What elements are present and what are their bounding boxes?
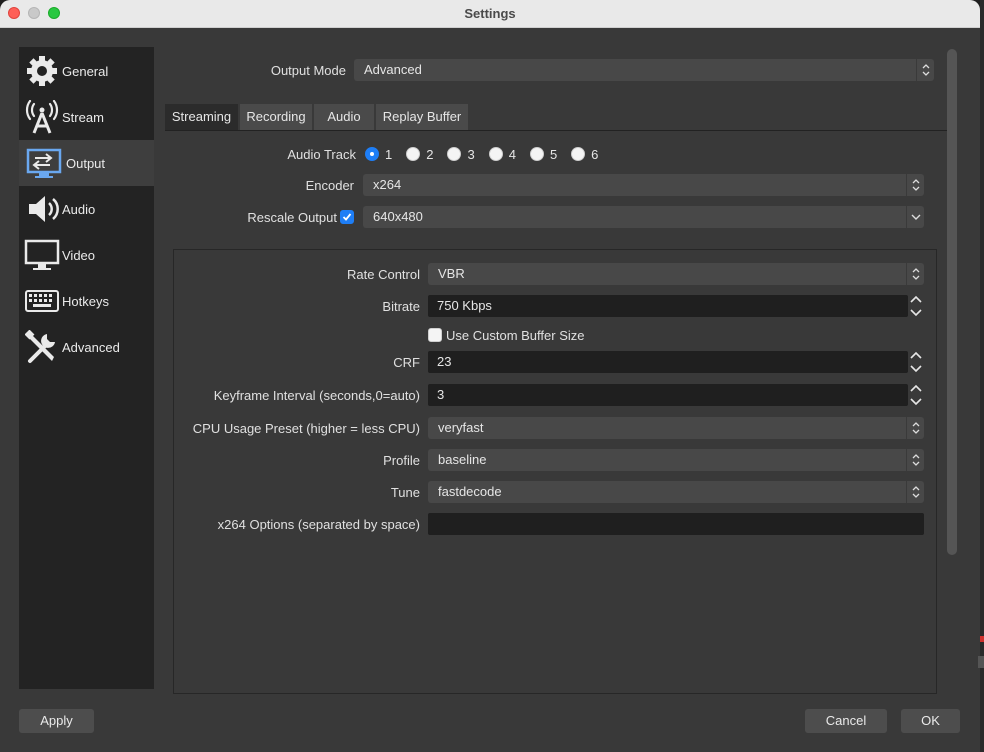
radio-label: 4 (508, 146, 516, 162)
sidebar-item-label: Hotkeys (62, 293, 109, 309)
sidebar-item-label: Video (62, 247, 96, 263)
x264-options-input[interactable] (428, 513, 924, 535)
updown-chevron-icon (906, 481, 924, 503)
apply-button[interactable]: Apply (19, 709, 94, 733)
profile-select[interactable]: baseline (428, 449, 924, 471)
rescale-resolution-select[interactable]: 640x480 (363, 206, 924, 228)
sidebar-item-label: General (62, 63, 109, 79)
window-title: Settings (464, 6, 516, 21)
updown-chevron-icon (906, 417, 924, 439)
encoder-select[interactable]: x264 (363, 174, 924, 196)
monitor-output-icon (24, 143, 64, 183)
chevron-down-icon (906, 206, 924, 228)
updown-chevron-icon (906, 263, 924, 285)
crf-input[interactable]: 23 (428, 351, 908, 373)
broadcast-antenna-icon (22, 97, 62, 137)
audio-track-radio-6[interactable] (571, 147, 586, 161)
rate-control-label: Rate Control (347, 267, 420, 282)
updown-chevron-icon (906, 174, 924, 196)
settings-scrollbar[interactable] (947, 49, 957, 555)
sidebar-item-output[interactable]: Output (19, 140, 154, 186)
bitrate-stepper[interactable] (908, 294, 924, 318)
background-window-fragment (978, 656, 984, 668)
rate-control-value: VBR (438, 266, 465, 281)
x264-options-label: x264 Options (separated by space) (217, 517, 420, 532)
updown-chevron-icon (916, 59, 934, 81)
chevron-down-icon (910, 309, 922, 317)
tab-recording[interactable]: Recording (240, 104, 312, 130)
sidebar-item-label: Audio (62, 201, 96, 217)
keyboard-icon (22, 281, 62, 321)
tab-replay-buffer[interactable]: Replay Buffer (376, 104, 468, 130)
background-window-fragment (980, 636, 984, 642)
rescale-resolution-value: 640x480 (373, 209, 423, 224)
radio-label: 5 (549, 146, 558, 162)
output-mode-value: Advanced (364, 62, 422, 77)
audio-track-radio-3[interactable] (447, 147, 462, 161)
tune-label: Tune (390, 485, 420, 500)
monitor-icon (22, 235, 62, 275)
tune-value: fastdecode (438, 484, 502, 499)
custom-buffer-label: Use Custom Buffer Size (446, 328, 585, 343)
sidebar-item-label: Advanced (62, 339, 120, 355)
tools-icon (22, 327, 62, 367)
tab-streaming[interactable]: Streaming (165, 104, 238, 130)
settings-sidebar: General Stream Output Audio Video Hotkey… (19, 47, 154, 689)
rescale-output-checkbox[interactable] (340, 210, 354, 224)
rescale-output-label: Rescale Output (247, 210, 337, 225)
bitrate-label: Bitrate (382, 299, 420, 314)
audio-track-radio-group: 1 2 3 4 5 6 (365, 146, 612, 162)
encoder-label: Encoder (305, 178, 354, 193)
audio-track-radio-2[interactable] (406, 147, 421, 161)
crf-stepper[interactable] (908, 350, 924, 374)
chevron-down-icon (910, 398, 922, 406)
keyframe-interval-label: Keyframe Interval (seconds,0=auto) (213, 388, 420, 403)
keyframe-interval-input[interactable]: 3 (428, 384, 908, 406)
title-bar: Settings (0, 0, 980, 28)
sidebar-item-stream[interactable]: Stream (19, 94, 154, 140)
encoder-value: x264 (373, 177, 402, 192)
speaker-icon (22, 189, 62, 229)
radio-label: 6 (591, 146, 599, 162)
chevron-down-icon (910, 365, 922, 373)
cpu-preset-label: CPU Usage Preset (higher = less CPU) (192, 421, 420, 436)
cancel-button[interactable]: Cancel (805, 709, 887, 733)
chevron-up-icon (910, 384, 922, 392)
profile-label: Profile (383, 453, 420, 468)
audio-track-radio-5[interactable] (529, 147, 544, 161)
gear-icon (22, 51, 62, 91)
sidebar-item-label: Output (66, 155, 106, 171)
keyframe-interval-stepper[interactable] (908, 383, 924, 407)
crf-label: CRF (393, 355, 420, 370)
cpu-preset-select[interactable]: veryfast (428, 417, 924, 439)
sidebar-item-audio[interactable]: Audio (19, 186, 154, 232)
rate-control-select[interactable]: VBR (428, 263, 924, 285)
settings-window: Settings General Stream Output Audio Vid… (0, 0, 980, 752)
custom-buffer-checkbox[interactable] (428, 328, 442, 342)
checkmark-icon (342, 213, 352, 221)
profile-value: baseline (438, 452, 487, 467)
radio-label: 2 (426, 146, 434, 162)
tab-audio[interactable]: Audio (314, 104, 374, 130)
ok-button[interactable]: OK (901, 709, 960, 733)
sidebar-item-advanced[interactable]: Advanced (19, 324, 154, 370)
tune-select[interactable]: fastdecode (428, 481, 924, 503)
tab-divider (165, 130, 947, 131)
audio-track-radio-1[interactable] (365, 147, 379, 161)
output-mode-label: Output Mode (270, 63, 346, 78)
chevron-up-icon (910, 295, 922, 303)
radio-label: 3 (467, 146, 475, 162)
output-mode-select[interactable]: Advanced (354, 59, 934, 81)
updown-chevron-icon (906, 449, 924, 471)
radio-label: 1 (385, 146, 393, 162)
sidebar-item-hotkeys[interactable]: Hotkeys (19, 278, 154, 324)
audio-track-radio-4[interactable] (488, 147, 503, 161)
sidebar-item-label: Stream (62, 109, 104, 125)
sidebar-item-general[interactable]: General (19, 48, 154, 94)
cpu-preset-value: veryfast (438, 420, 484, 435)
audio-track-label: Audio Track (287, 147, 356, 162)
sidebar-item-video[interactable]: Video (19, 232, 154, 278)
chevron-up-icon (910, 351, 922, 359)
bitrate-input[interactable]: 750 Kbps (428, 295, 908, 317)
